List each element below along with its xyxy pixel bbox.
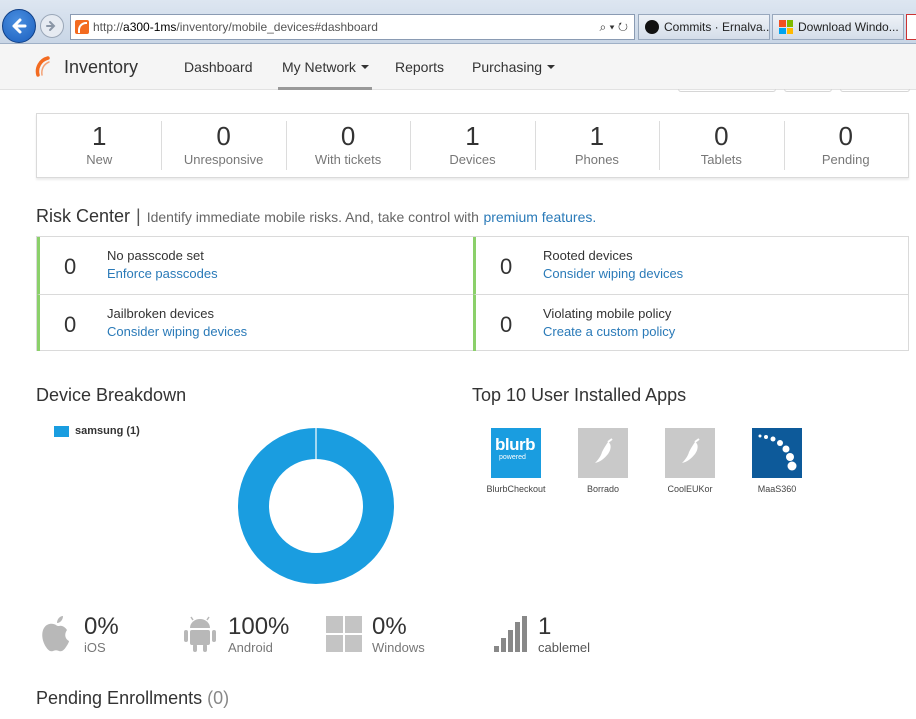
apple-icon [42, 616, 69, 652]
app-name: BlurbCheckout [486, 484, 546, 494]
browser-chrome: http://a300-1ms/inventory/mobile_devices… [0, 0, 916, 44]
tab-github-commits[interactable]: Commits · Ernalva... [638, 14, 770, 40]
risk-title: No passcode set [107, 248, 204, 263]
stat-with-tickets[interactable]: 0 With tickets [285, 121, 410, 170]
risk-title: Jailbroken devices [107, 306, 214, 321]
app-cooleukor[interactable]: CoolEUKor [655, 428, 725, 494]
placeholder-app-icon [578, 428, 628, 478]
tab-download-windows[interactable]: Download Windo... [772, 14, 904, 40]
risk-title: Rooted devices [543, 248, 633, 263]
blurb-app-icon: blurb powered [491, 428, 541, 478]
brand-logo-icon [35, 56, 50, 77]
platform-android[interactable]: 100% Android [182, 614, 289, 655]
premium-features-link[interactable]: premium features. [483, 209, 596, 225]
top-apps-title: Top 10 User Installed Apps [472, 385, 687, 405]
android-icon [184, 616, 216, 652]
caret-down-icon [360, 65, 369, 69]
tab-overflow[interactable] [906, 14, 916, 40]
consider-wiping-link[interactable]: Consider wiping devices [543, 266, 683, 281]
device-breakdown-title: Device Breakdown [36, 385, 187, 405]
address-bar[interactable]: http://a300-1ms/inventory/mobile_devices… [70, 14, 635, 40]
app-name: Borrado [586, 484, 620, 494]
site-favicon-icon [75, 20, 89, 34]
app-borrado[interactable]: Borrado [568, 428, 638, 494]
brand-name: Inventory [64, 56, 139, 77]
risk-violating-policy: 0 Violating mobile policy Create a custo… [473, 294, 909, 351]
stat-phones[interactable]: 1 Phones [534, 121, 659, 170]
create-policy-link[interactable]: Create a custom policy [543, 324, 675, 339]
risk-count: 0 [500, 312, 513, 337]
device-donut-chart[interactable] [238, 428, 394, 584]
forward-button[interactable] [40, 14, 64, 38]
stat-pending[interactable]: 0 Pending [783, 121, 908, 170]
platform-ios[interactable]: 0% iOS [38, 614, 119, 655]
risk-center-subtitle: Identify immediate mobile risks. And, ta… [146, 209, 479, 225]
risk-grid: 0 No passcode set Enforce passcodes 0 Ro… [36, 236, 909, 351]
risk-rooted-devices: 0 Rooted devices Consider wiping devices [473, 237, 909, 294]
risk-no-passcode: 0 No passcode set Enforce passcodes [37, 237, 473, 294]
stat-devices[interactable]: 1 Devices [410, 121, 534, 170]
brand[interactable]: Inventory [34, 56, 138, 78]
address-url[interactable]: http://a300-1ms/inventory/mobile_devices… [93, 20, 378, 34]
toolbar-buttons-partial[interactable] [678, 89, 910, 92]
placeholder-app-icon [665, 428, 715, 478]
nav-my-network[interactable]: My Network [278, 44, 372, 90]
stats-strip: 1 New 0 Unresponsive 0 With tickets 1 Device… [36, 113, 909, 178]
enforce-passcodes-link[interactable]: Enforce passcodes [107, 266, 218, 281]
risk-jailbroken-devices: 0 Jailbroken devices Consider wiping dev… [37, 294, 473, 351]
platform-windows[interactable]: 0% Windows [326, 614, 425, 655]
consider-wiping-link[interactable]: Consider wiping devices [107, 324, 247, 339]
donut-slice-samsung[interactable] [238, 428, 394, 584]
title-separator: | [136, 206, 141, 226]
risk-center-header: Risk Center | Identify immediate mobile … [36, 206, 596, 227]
app-blurbcheckout[interactable]: blurb powered BlurbCheckout [481, 428, 551, 494]
app-name: MaaS360 [757, 484, 797, 494]
tab-label: Commits · Ernalva... [664, 20, 770, 34]
stat-tablets[interactable]: 0 Tablets [659, 121, 783, 170]
app-name: CoolEUKor [667, 484, 713, 494]
stat-new[interactable]: 1 New [37, 123, 161, 168]
windows-icon [326, 616, 362, 652]
nav-reports[interactable]: Reports [395, 44, 444, 90]
app-navbar: Inventory Dashboard My Network Reports P… [0, 44, 916, 90]
tab-label: Download Windo... [798, 20, 899, 34]
pending-enrollments-title: Pending Enrollments (0) [36, 688, 230, 708]
chart-legend[interactable]: samsung (1) [54, 425, 140, 437]
risk-title: Violating mobile policy [543, 306, 672, 321]
app-maas360[interactable]: MaaS360 [742, 428, 812, 494]
arrow-left-icon [12, 18, 27, 34]
caret-down-icon [547, 65, 556, 69]
risk-count: 0 [64, 254, 77, 279]
address-tools[interactable]: ⌕ ▾ ↻ [599, 20, 634, 35]
risk-count: 0 [500, 254, 513, 279]
legend-swatch [54, 425, 69, 437]
nav-dashboard[interactable]: Dashboard [184, 44, 253, 90]
github-icon [645, 20, 659, 34]
microsoft-icon [779, 20, 793, 34]
back-button[interactable] [2, 9, 36, 43]
maas360-app-icon [752, 428, 802, 478]
signal-bars-icon [494, 616, 527, 652]
nav-purchasing[interactable]: Purchasing [472, 44, 556, 90]
arrow-right-icon [46, 21, 56, 31]
stat-unresponsive[interactable]: 0 Unresponsive [161, 121, 285, 170]
platform-carrier[interactable]: 1 cablemel [492, 614, 590, 655]
risk-center-title: Risk Center [36, 206, 131, 226]
risk-count: 0 [64, 312, 77, 337]
legend-label: samsung (1) [75, 425, 140, 437]
pending-count: (0) [207, 688, 230, 708]
